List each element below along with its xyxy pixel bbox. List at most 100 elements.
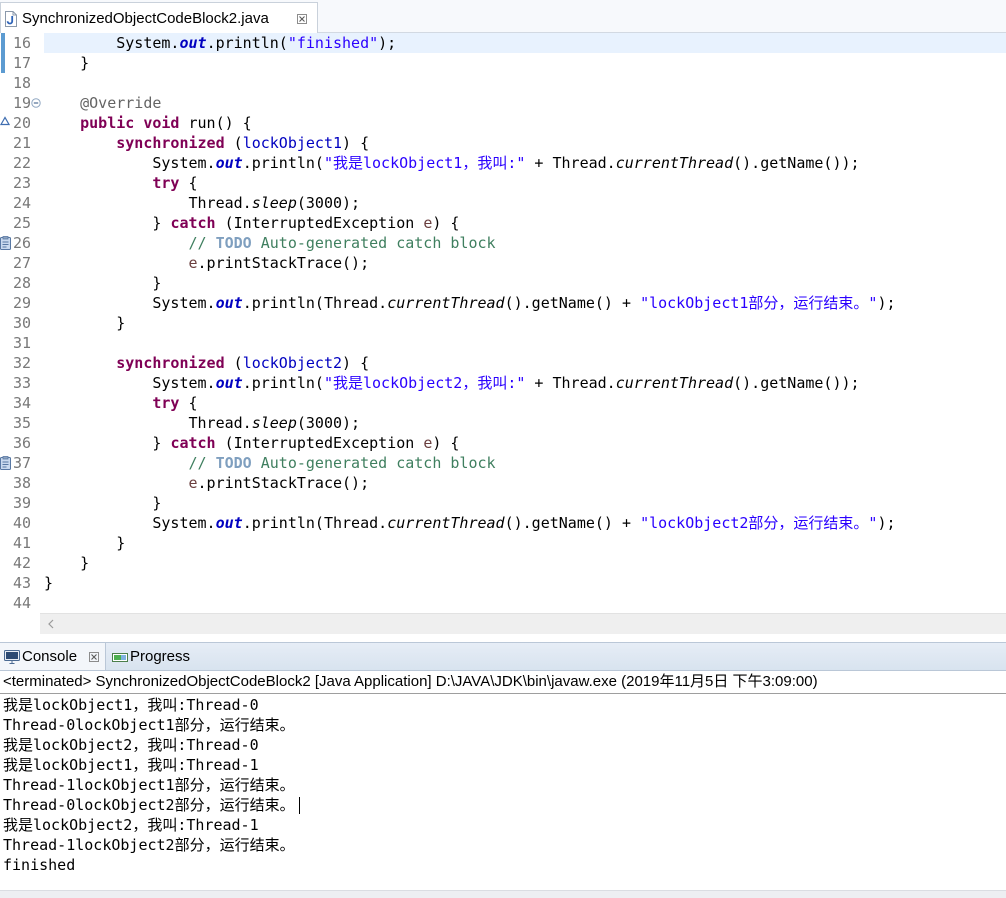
editor-tab-bar: SynchronizedObjectCodeBlock2.java [0, 0, 1006, 33]
console-output-line: 我是lockObject2，我叫:Thread-0 [3, 735, 1006, 755]
line-number: 38 [12, 474, 31, 492]
code-line-text[interactable]: Thread.sleep(3000); [44, 193, 1006, 213]
code-line-text[interactable]: Thread.sleep(3000); [44, 413, 1006, 433]
line-number: 30 [12, 314, 31, 332]
code-text: } [44, 434, 171, 452]
comment-text: Auto-generated catch block [251, 454, 496, 472]
code-editor[interactable]: 16 System.out.println("finished"); 17 } 18… [0, 33, 1006, 613]
editor-line: 25 } catch (InterruptedException e) { [0, 213, 1006, 233]
override-marker-icon[interactable] [0, 116, 11, 130]
line-gutter: 27 [0, 253, 44, 273]
console-output-text: 我是lockObject2，我叫:Thread-0 [3, 736, 259, 754]
chevron-left-icon[interactable] [48, 619, 54, 629]
code-line-text[interactable]: System.out.println("finished"); [44, 33, 1006, 53]
task-icon[interactable] [0, 456, 11, 470]
code-line-text[interactable]: } [44, 273, 1006, 293]
code-text: System. [44, 294, 216, 312]
code-line-text[interactable]: } catch (InterruptedException e) { [44, 433, 1006, 453]
static-method-call: currentThread [615, 154, 734, 172]
code-line-text[interactable]: } catch (InterruptedException e) { [44, 213, 1006, 233]
code-line-text[interactable]: } [44, 573, 1006, 593]
code-line-text[interactable]: try { [44, 173, 1006, 193]
line-number: 33 [12, 374, 31, 392]
tab-console[interactable]: Console [0, 643, 106, 670]
code-line-text[interactable]: System.out.println(Thread.currentThread(… [44, 293, 1006, 313]
code-text: Thread. [44, 414, 252, 432]
fold-collapse-icon[interactable] [31, 98, 41, 108]
code-line-text[interactable]: e.printStackTrace(); [44, 253, 1006, 273]
code-line-text[interactable]: System.out.println(Thread.currentThread(… [44, 513, 1006, 533]
java-file-icon [4, 11, 18, 27]
code-line-text[interactable]: System.out.println("我是lockObject1，我叫:" +… [44, 153, 1006, 173]
editor-line: 18 [0, 73, 1006, 93]
line-number: 43 [12, 574, 31, 592]
line-gutter: 16 [0, 33, 44, 53]
editor-line: 33 System.out.println("我是lockObject2，我叫:… [0, 373, 1006, 393]
line-number: 16 [12, 34, 31, 52]
code-line-text[interactable]: synchronized (lockObject2) { [44, 353, 1006, 373]
line-gutter: 36 [0, 433, 44, 453]
code-line-text[interactable]: System.out.println("我是lockObject2，我叫:" +… [44, 373, 1006, 393]
code-line-text[interactable]: } [44, 313, 1006, 333]
code-text: } [44, 214, 171, 232]
code-line-text[interactable] [44, 73, 1006, 93]
editor-line: 39 } [0, 493, 1006, 513]
console-output[interactable]: 我是lockObject1，我叫:Thread-0 Thread-0lockObj… [0, 694, 1006, 890]
code-line-text[interactable]: synchronized (lockObject1) { [44, 133, 1006, 153]
code-line-text[interactable]: // TODO Auto-generated catch block [44, 453, 1006, 473]
string-literal: "我是lockObject2，我叫:" [323, 374, 526, 392]
editor-tab-title: SynchronizedObjectCodeBlock2.java [22, 10, 269, 27]
line-gutter: 20 [0, 113, 44, 133]
local-variable-reference: e [188, 474, 198, 492]
editor-tab[interactable]: SynchronizedObjectCodeBlock2.java [0, 2, 318, 33]
code-line-text[interactable]: public void run() { [44, 113, 1006, 133]
tab-console-label: Console [22, 648, 78, 665]
code-line-text[interactable]: } [44, 553, 1006, 573]
code-line-text[interactable] [44, 333, 1006, 353]
editor-line: 35 Thread.sleep(3000); [0, 413, 1006, 433]
editor-line: 37 // TODO Auto-generated catch block [0, 453, 1006, 473]
console-icon [4, 650, 20, 664]
field-reference: lockObject1 [242, 134, 343, 152]
code-line-text[interactable]: } [44, 493, 1006, 513]
code-line-text[interactable]: try { [44, 393, 1006, 413]
editor-line: 23 try { [0, 173, 1006, 193]
line-number: 36 [12, 434, 31, 452]
line-gutter: 41 [0, 533, 44, 553]
line-gutter: 24 [0, 193, 44, 213]
console-output-text: 我是lockObject1，我叫:Thread-1 [3, 756, 259, 774]
code-text: .println(Thread. [242, 514, 388, 532]
code-text: { [179, 394, 198, 412]
progress-icon [112, 650, 128, 664]
editor-horizontal-scrollbar[interactable] [40, 613, 1006, 634]
comment-text: Auto-generated catch block [251, 234, 496, 252]
code-line-text[interactable] [44, 593, 1006, 613]
editor-line: 32 synchronized (lockObject2) { [0, 353, 1006, 373]
code-line-text[interactable]: @Override [44, 93, 1006, 113]
code-text: } [44, 54, 90, 72]
code-line-text[interactable]: // TODO Auto-generated catch block [44, 233, 1006, 253]
line-number: 20 [12, 114, 31, 132]
keyword-token: try [152, 174, 180, 192]
line-gutter: 34 [0, 393, 44, 413]
close-icon[interactable] [297, 14, 307, 24]
code-line-text[interactable]: } [44, 53, 1006, 73]
editor-line: 31 [0, 333, 1006, 353]
code-text: ); [378, 34, 397, 52]
code-line-text[interactable]: } [44, 533, 1006, 553]
editor-line: 38 e.printStackTrace(); [0, 473, 1006, 493]
close-icon[interactable] [89, 652, 99, 662]
code-text: ); [877, 294, 896, 312]
tab-progress[interactable]: Progress [108, 643, 204, 670]
code-line-text[interactable]: e.printStackTrace(); [44, 473, 1006, 493]
editor-line: 21 synchronized (lockObject1) { [0, 133, 1006, 153]
line-gutter: 38 [0, 473, 44, 493]
console-output-text: finished [3, 856, 76, 874]
todo-tag: TODO [215, 454, 252, 472]
code-text: } [44, 314, 126, 332]
task-icon[interactable] [0, 236, 11, 250]
